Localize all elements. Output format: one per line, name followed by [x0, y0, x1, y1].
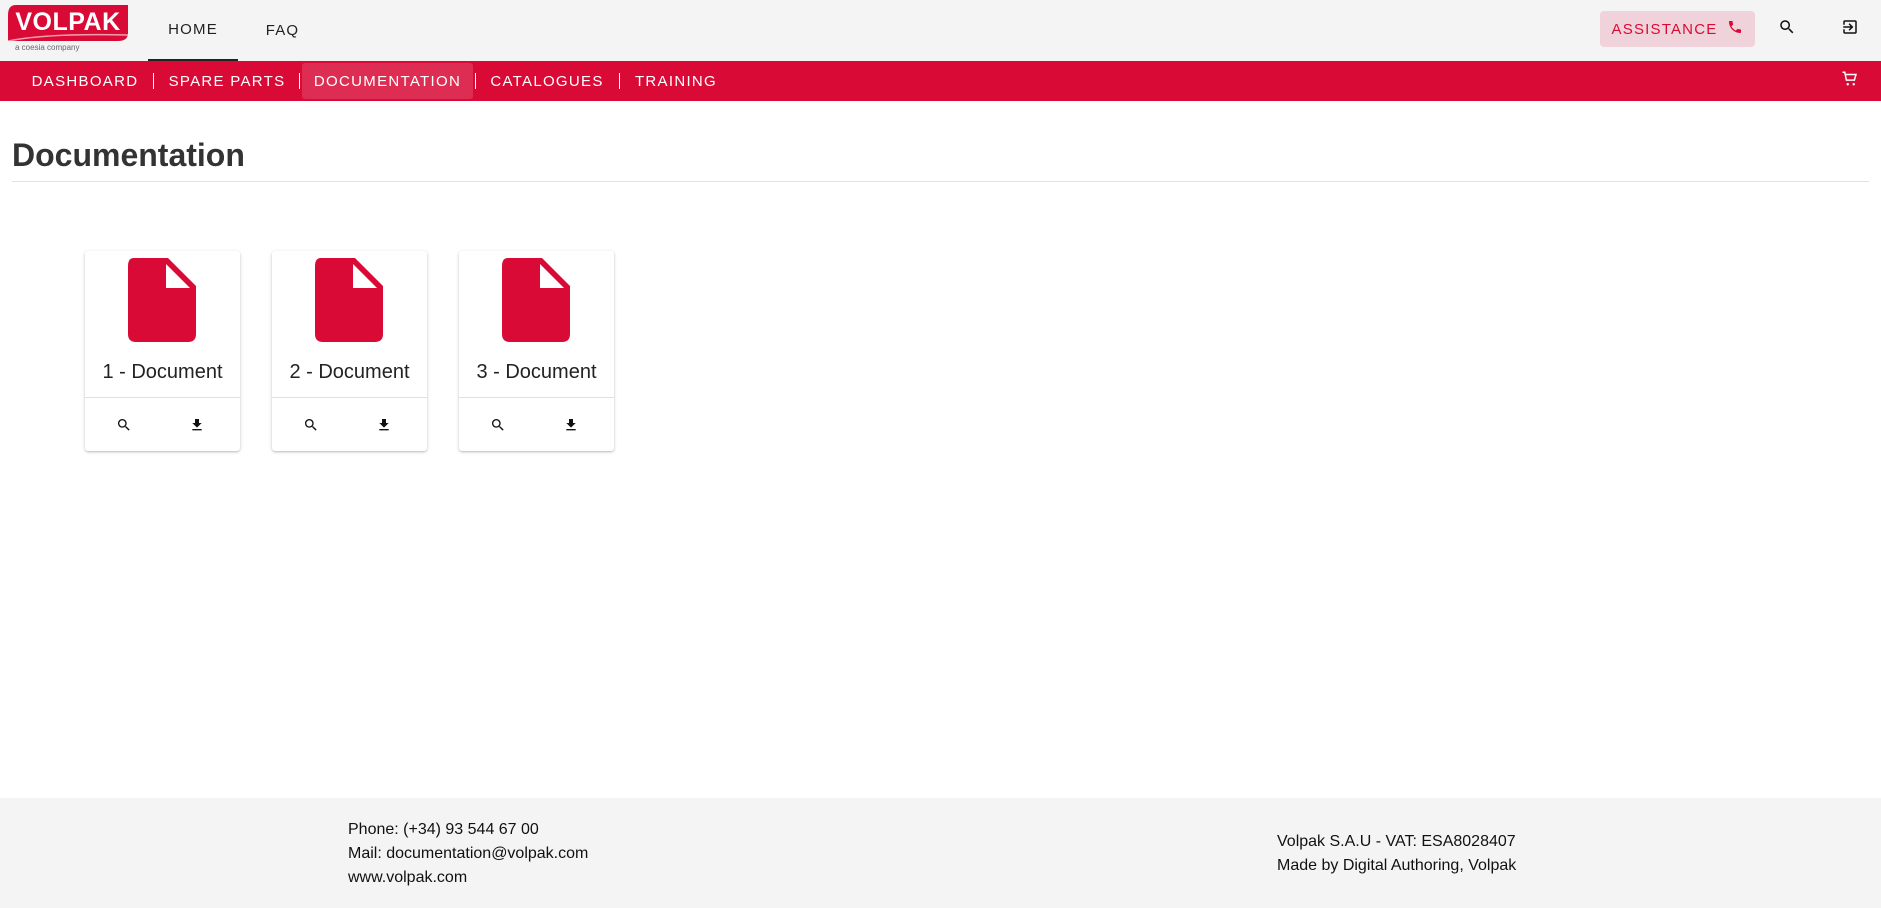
- download-document-button[interactable]: [555, 411, 587, 443]
- nav-item-label: CATALOGUES: [490, 72, 604, 90]
- footer-website[interactable]: www.volpak.com: [348, 869, 467, 887]
- topnav-item-label: HOME: [168, 21, 218, 38]
- search-button[interactable]: [1769, 11, 1805, 47]
- download-icon: [563, 417, 579, 438]
- file-icon: [128, 258, 196, 342]
- search-icon: [490, 417, 506, 438]
- volpak-logo[interactable]: VOLPAK a coesia company: [8, 5, 128, 53]
- footer-company: Volpak S.A.U - VAT: ESA8028407: [1277, 833, 1516, 850]
- assistance-label: ASSISTANCE: [1611, 20, 1718, 38]
- card-divider: [85, 397, 240, 398]
- document-card: 3 - Document: [459, 251, 614, 451]
- search-icon: [1778, 18, 1796, 41]
- nav-separator: [475, 73, 476, 89]
- nav-separator: [153, 73, 154, 89]
- download-icon: [189, 417, 205, 438]
- logout-icon: [1841, 18, 1859, 41]
- file-icon: [315, 258, 383, 342]
- nav-item-training[interactable]: TRAINING: [630, 63, 722, 99]
- footer-mail[interactable]: Mail: documentation@volpak.com: [348, 845, 588, 863]
- nav-item-documentation[interactable]: DOCUMENTATION: [302, 63, 473, 99]
- search-icon: [303, 417, 319, 438]
- download-document-button[interactable]: [368, 411, 400, 443]
- logo-tagline: a coesia company: [15, 43, 80, 52]
- title-divider: [12, 181, 1869, 182]
- topnav-item-label: FAQ: [265, 22, 300, 39]
- nav-separator: [619, 73, 620, 89]
- nav-item-label: DASHBOARD: [31, 72, 139, 90]
- cart-icon: [1841, 70, 1859, 93]
- download-icon: [376, 417, 392, 438]
- nav-separator: [299, 73, 300, 89]
- download-document-button[interactable]: [181, 411, 213, 443]
- document-title: 1 - Document: [102, 361, 223, 383]
- nav-item-label: DOCUMENTATION: [313, 72, 462, 90]
- nav-item-label: TRAINING: [634, 72, 718, 90]
- top-bar: VOLPAK a coesia company HOME FAQ ASSISTA…: [0, 0, 1881, 61]
- view-document-button[interactable]: [108, 411, 140, 443]
- document-card: 2 - Document: [272, 251, 427, 451]
- footer-phone: Phone: (+34) 93 544 67 00: [348, 821, 539, 838]
- view-document-button[interactable]: [295, 411, 327, 443]
- nav-item-label: SPARE PARTS: [168, 72, 286, 90]
- card-divider: [272, 397, 427, 398]
- topnav-item-home[interactable]: HOME: [148, 0, 238, 61]
- search-icon: [116, 417, 132, 438]
- nav-item-catalogues[interactable]: CATALOGUES: [484, 63, 610, 99]
- document-title: 2 - Document: [289, 361, 410, 383]
- document-card: 1 - Document: [85, 251, 240, 451]
- footer: Phone: (+34) 93 544 67 00 Mail: document…: [0, 798, 1881, 908]
- topnav-item-faq[interactable]: FAQ: [260, 0, 305, 61]
- logout-button[interactable]: [1832, 11, 1868, 47]
- file-icon: [502, 258, 570, 342]
- footer-credits: Made by Digital Authoring, Volpak: [1277, 857, 1517, 874]
- view-document-button[interactable]: [482, 411, 514, 443]
- page-title: Documentation: [12, 137, 245, 173]
- assistance-button[interactable]: ASSISTANCE: [1600, 11, 1755, 47]
- document-title: 3 - Document: [476, 361, 597, 383]
- cart-button[interactable]: [1832, 63, 1868, 99]
- phone-icon: [1727, 19, 1743, 39]
- nav-item-spare-parts[interactable]: SPARE PARTS: [163, 63, 291, 99]
- logo-text: VOLPAK: [15, 8, 121, 36]
- card-divider: [459, 397, 614, 398]
- main-nav: DASHBOARD SPARE PARTS DOCUMENTATION CATA…: [0, 61, 1881, 101]
- nav-item-dashboard[interactable]: DASHBOARD: [27, 63, 143, 99]
